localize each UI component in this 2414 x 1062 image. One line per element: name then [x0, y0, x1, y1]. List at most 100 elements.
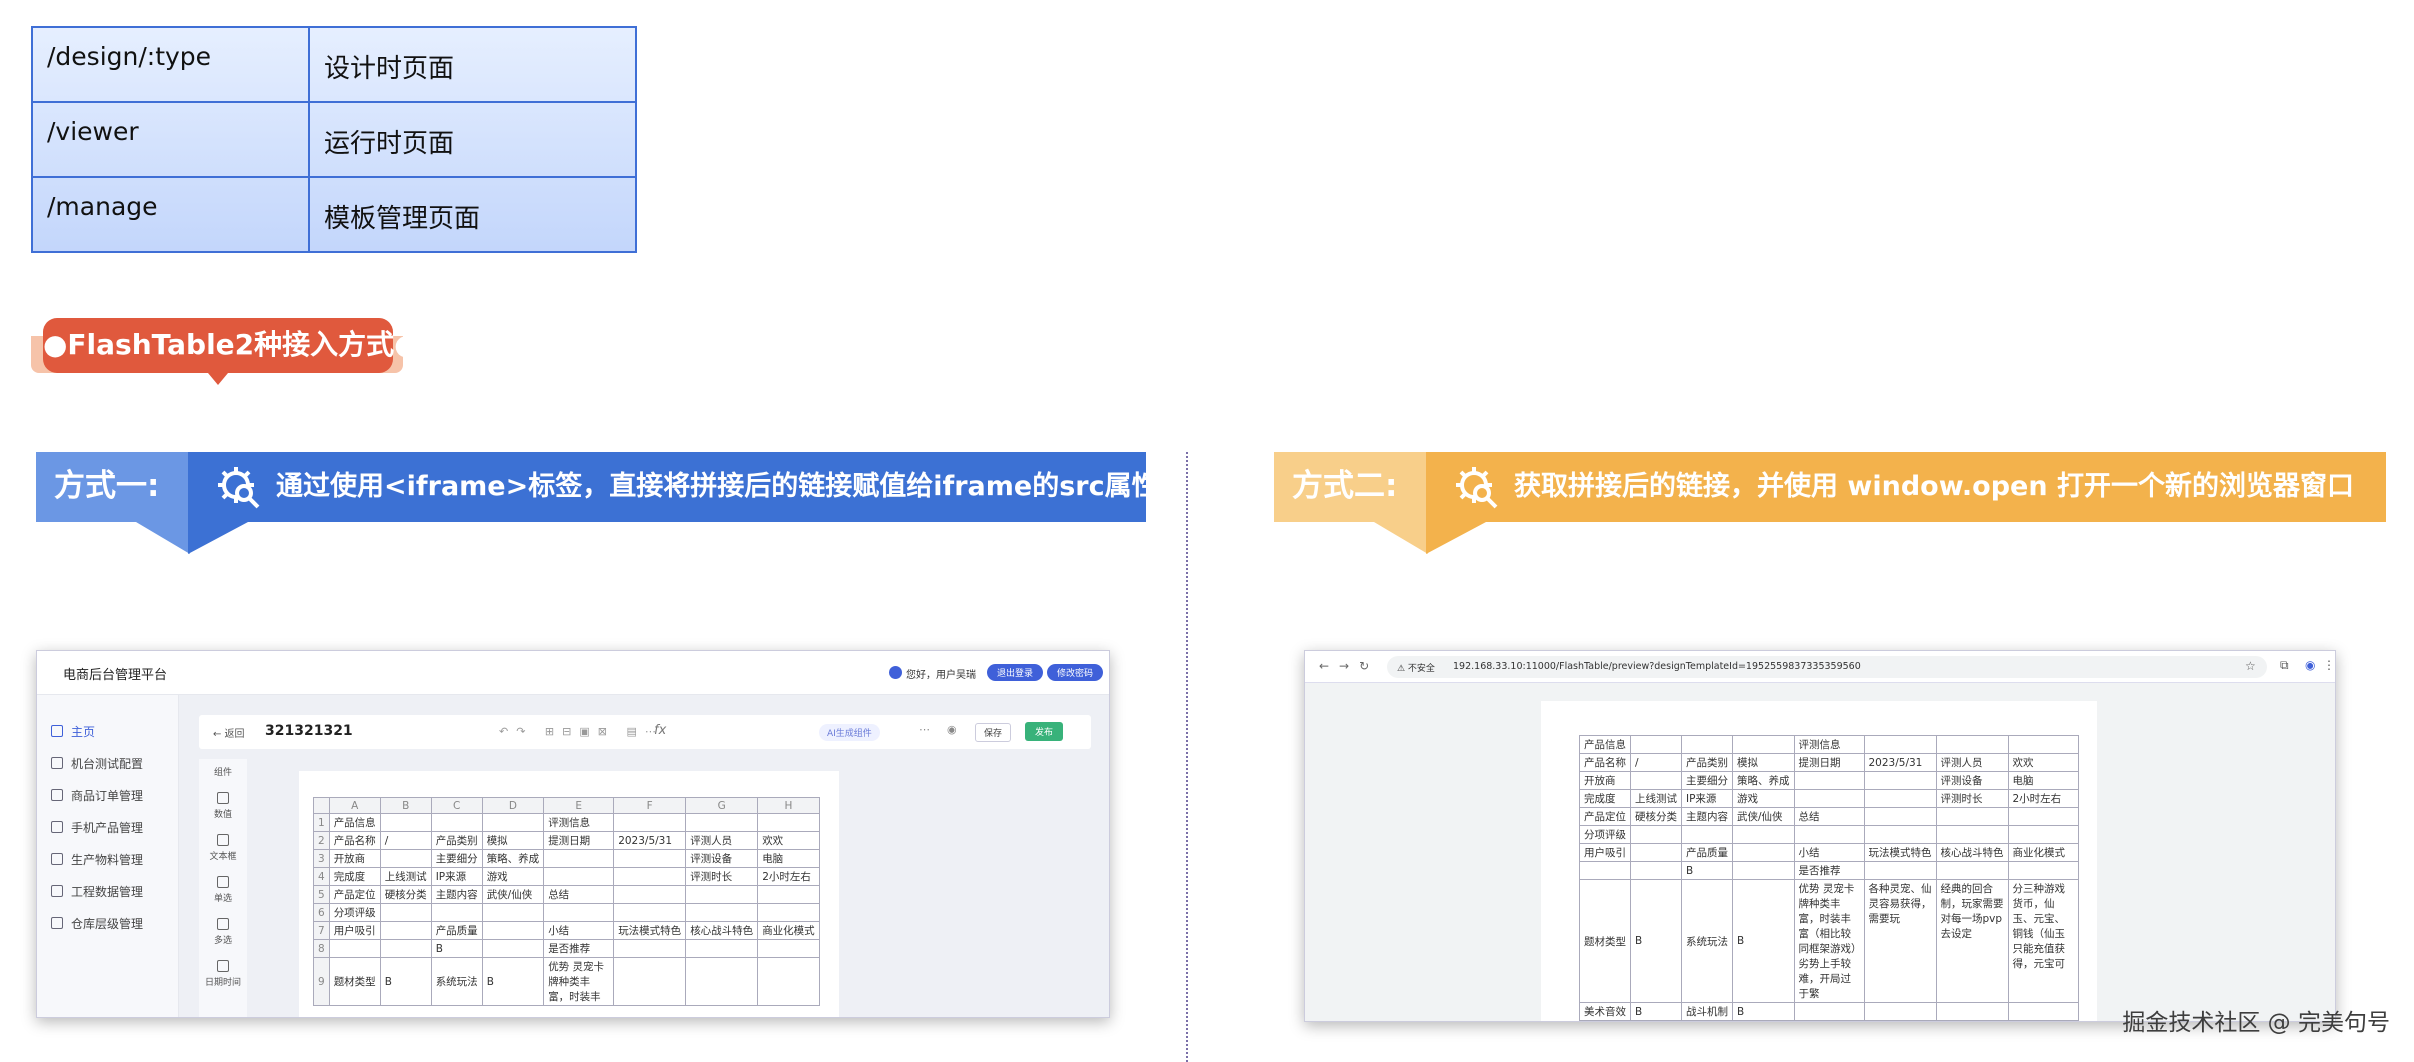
table-cell[interactable]: [379, 939, 432, 958]
column-header[interactable]: B: [379, 797, 432, 814]
table-cell[interactable]: 主要细分: [430, 849, 483, 868]
table-cell[interactable]: [328, 939, 381, 958]
table-cell[interactable]: 2小时左右: [757, 867, 820, 886]
table-cell[interactable]: [685, 813, 759, 832]
table-cell[interactable]: [757, 813, 820, 832]
table-cell[interactable]: 核心战斗特色: [685, 921, 759, 940]
table-cell[interactable]: 欢欢: [757, 831, 820, 850]
table-cell[interactable]: [481, 921, 545, 940]
table-cell[interactable]: 2023/5/31: [613, 831, 687, 850]
preview-eye-icon[interactable]: ◉: [947, 723, 957, 736]
table-cell[interactable]: [757, 885, 820, 904]
table-cell[interactable]: B: [430, 939, 483, 958]
sheet-canvas[interactable]: A B C D E F G H 1 产品信息 评测信息 2 产品名称 / 产品类别 模拟 提测日期 2023/5/…: [299, 771, 839, 1017]
component-tool[interactable]: 文本框: [199, 834, 247, 862]
sidebar-item[interactable]: 仓库层级管理: [37, 907, 178, 939]
table-cell[interactable]: 3: [313, 849, 330, 868]
publish-button[interactable]: 发布: [1025, 722, 1064, 741]
table-cell[interactable]: 系统玩法: [430, 957, 483, 1006]
table-cell[interactable]: 武侠/仙侠: [481, 885, 545, 904]
table-cell[interactable]: [543, 849, 615, 868]
table-cell[interactable]: 9: [313, 957, 330, 1006]
formula-icon[interactable]: fx: [654, 723, 666, 738]
table-cell[interactable]: 评测人员: [685, 831, 759, 850]
table-cell[interactable]: [685, 939, 759, 958]
table-cell[interactable]: 1: [313, 813, 330, 832]
table-cell[interactable]: 分项评级: [328, 903, 381, 922]
table-cell[interactable]: B: [481, 957, 545, 1006]
table-cell[interactable]: 提测日期: [543, 831, 615, 850]
table-cell[interactable]: 产品信息: [328, 813, 381, 832]
url-field[interactable]: ⚠ 不安全 192.168.33.10:11000/FlashTable/pre…: [1387, 656, 2267, 678]
table-cell[interactable]: 6: [313, 903, 330, 922]
table-cell[interactable]: 4: [313, 867, 330, 886]
table-cell[interactable]: [481, 903, 545, 922]
table-cell[interactable]: [481, 939, 545, 958]
column-header[interactable]: A: [328, 797, 381, 814]
logout-button[interactable]: 退出登录: [987, 664, 1044, 681]
component-tool[interactable]: 多选: [199, 918, 247, 946]
table-cell[interactable]: [613, 885, 687, 904]
browser-menu-icon[interactable]: ⋮: [2323, 658, 2335, 672]
table-cell[interactable]: B: [379, 957, 432, 1006]
table-cell[interactable]: 优势 灵宠卡牌种类丰富，时装丰: [543, 957, 615, 1006]
security-indicator[interactable]: ⚠ 不安全: [1397, 661, 1435, 674]
table-cell[interactable]: [757, 939, 820, 958]
table-cell[interactable]: [379, 849, 432, 868]
table-cell[interactable]: 是否推荐: [543, 939, 615, 958]
table-cell[interactable]: 硬核分类: [379, 885, 432, 904]
table-cell[interactable]: [685, 885, 759, 904]
column-header[interactable]: D: [481, 797, 545, 814]
profile-icon[interactable]: ◉: [2305, 658, 2315, 672]
column-header[interactable]: F: [613, 797, 687, 814]
table-cell[interactable]: IP来源: [430, 867, 483, 886]
bookmark-star-icon[interactable]: ☆: [2245, 659, 2256, 673]
table-cell[interactable]: [613, 813, 687, 832]
table-cell[interactable]: [613, 867, 687, 886]
table-cell[interactable]: 游戏: [481, 867, 545, 886]
toolbar-icons[interactable]: ↶↷ ⊞⊟▣⊠ ▤⋯: [499, 725, 664, 738]
column-header[interactable]: [313, 797, 330, 814]
table-cell[interactable]: 评测信息: [543, 813, 615, 832]
table-cell[interactable]: 电脑: [757, 849, 820, 868]
column-header[interactable]: C: [430, 797, 483, 814]
url-text[interactable]: 192.168.33.10:11000/FlashTable/preview?d…: [1453, 661, 1861, 672]
table-cell[interactable]: 策略、养成: [481, 849, 545, 868]
table-cell[interactable]: 评测时长: [685, 867, 759, 886]
table-cell[interactable]: [685, 957, 759, 1006]
sidebar-item[interactable]: 机台测试配置: [37, 747, 178, 779]
table-cell[interactable]: [430, 813, 483, 832]
table-cell[interactable]: [481, 813, 545, 832]
column-header[interactable]: E: [543, 797, 615, 814]
table-cell[interactable]: 用户吸引: [328, 921, 381, 940]
table-cell[interactable]: 题材类型: [328, 957, 381, 1006]
table-cell[interactable]: 玩法模式特色: [613, 921, 687, 940]
table-cell[interactable]: 总结: [543, 885, 615, 904]
table-cell[interactable]: [543, 903, 615, 922]
table-cell[interactable]: 8: [313, 939, 330, 958]
table-cell[interactable]: 产品类别: [430, 831, 483, 850]
table-cell[interactable]: 7: [313, 921, 330, 940]
extensions-icon[interactable]: ⧉: [2280, 658, 2289, 673]
table-cell[interactable]: [379, 921, 432, 940]
sidebar-item[interactable]: 主页: [37, 715, 178, 747]
table-cell[interactable]: [757, 957, 820, 1006]
browser-nav-icons[interactable]: ←→↻: [1319, 659, 1379, 673]
table-cell[interactable]: 小结: [543, 921, 615, 940]
more-icon[interactable]: ⋯: [919, 723, 930, 736]
designer-spreadsheet[interactable]: A B C D E F G H 1 产品信息 评测信息 2 产品名称 / 产品类别 模拟 提测日期 2023/5/…: [313, 797, 820, 1006]
table-cell[interactable]: [613, 849, 687, 868]
table-cell[interactable]: [685, 903, 759, 922]
sidebar-item[interactable]: 手机产品管理: [37, 811, 178, 843]
sidebar-item[interactable]: 生产物料管理: [37, 843, 178, 875]
table-cell[interactable]: 完成度: [328, 867, 381, 886]
table-cell[interactable]: 开放商: [328, 849, 381, 868]
table-cell[interactable]: [430, 903, 483, 922]
column-header[interactable]: G: [685, 797, 759, 814]
table-cell[interactable]: 产品质量: [430, 921, 483, 940]
table-cell[interactable]: /: [379, 831, 432, 850]
table-cell[interactable]: [379, 813, 432, 832]
table-cell[interactable]: 上线测试: [379, 867, 432, 886]
component-tool[interactable]: 日期时间: [199, 960, 247, 988]
save-button[interactable]: 保存: [975, 723, 1012, 742]
